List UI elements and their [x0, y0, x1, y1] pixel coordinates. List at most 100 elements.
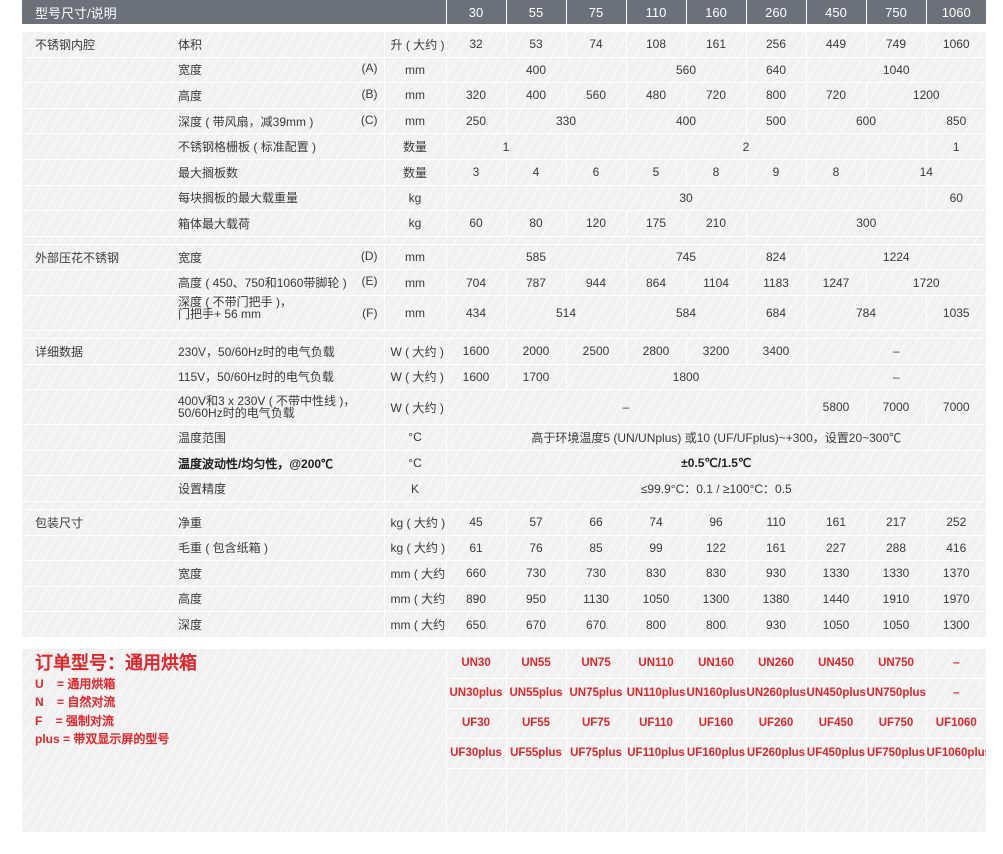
- cell: 660: [445, 560, 507, 587]
- cell: 96: [685, 509, 747, 536]
- table-row: 高度 (B) mm 320 400 560 480 720 800 720 120…: [22, 82, 987, 109]
- cell: 高于环境温度5 (UN/UNplus) 或10 (UF/UFplus)~+300…: [445, 424, 987, 451]
- table-row: 温度波动性/均匀性，@200℃ °C ±0.5℃/1.5℃: [22, 450, 987, 477]
- cell: 784: [805, 295, 927, 331]
- order-code: UN750plus: [865, 678, 927, 709]
- order-code: UF30plus: [445, 738, 507, 769]
- cell: 1040: [805, 57, 987, 84]
- cell: 1600: [445, 338, 507, 365]
- table-row: 深度 mm ( 大约 ) 650 670 670 800 800 930 105…: [22, 611, 987, 638]
- section-label: 包装尺寸: [22, 509, 166, 536]
- cell: 730: [505, 560, 567, 587]
- row-label: 115V，50/60Hz时的电气负载: [166, 364, 384, 391]
- cell: 1224: [805, 244, 987, 271]
- order-code: UN260: [745, 648, 807, 679]
- row-unit: °C: [383, 450, 447, 477]
- cell: 745: [625, 244, 747, 271]
- row-label: 温度范围: [166, 424, 384, 451]
- cell: 830: [685, 560, 747, 587]
- cell: 76: [505, 535, 567, 562]
- row-label-text: 深度 ( 不带门把手 )， 门把手+ 56 mm: [178, 295, 292, 321]
- cell: 8: [685, 159, 747, 186]
- row-label: 温度波动性/均匀性，@200℃: [166, 450, 384, 477]
- cell: 400: [625, 108, 747, 135]
- row-unit: K: [383, 475, 447, 502]
- cell: 8: [805, 159, 867, 186]
- cell: 57: [505, 509, 567, 536]
- cell: 74: [625, 509, 687, 536]
- cell: 1330: [865, 560, 927, 587]
- table-row: 不锈钢内腔 体积 升 ( 大约 ) 32 53 74 108 161 256 4…: [22, 31, 987, 58]
- cell: 787: [505, 269, 567, 296]
- cell: 175: [625, 210, 687, 237]
- row-label: 宽度 (A): [166, 57, 384, 84]
- table-row: 115V，50/60Hz时的电气负载 W ( 大约 ) 1600 1700 18…: [22, 364, 987, 391]
- cell: 930: [745, 560, 807, 587]
- table-row: 包装尺寸 净重 kg ( 大约 ) 45 57 66 74 96 110 161…: [22, 509, 987, 536]
- cell: 5800: [805, 389, 867, 426]
- order-code: UF750: [865, 708, 927, 739]
- cell: 1440: [805, 586, 867, 613]
- row-label: 不锈钢格栅板 ( 标准配置 ): [166, 133, 384, 160]
- order-code: UF260: [745, 708, 807, 739]
- cell: 80: [505, 210, 567, 237]
- order-filler: [22, 768, 987, 854]
- order-code: UN450: [805, 648, 867, 679]
- cell: 670: [505, 611, 567, 638]
- order-code: UF1060: [925, 708, 987, 739]
- cell: 1104: [685, 269, 747, 296]
- row-label: 深度: [166, 611, 384, 638]
- cell: 300: [745, 210, 987, 237]
- order-code: UF110plus: [625, 738, 687, 769]
- cell: 3400: [745, 338, 807, 365]
- legend-item: F = 强制对流: [35, 713, 115, 728]
- table-row: 400V和3 x 230V ( 不带中性线 )， 50/60Hz时的电气负载 W…: [22, 389, 987, 426]
- cell: 256: [745, 31, 807, 58]
- row-tag: (F): [362, 305, 378, 320]
- cell: ≤99.9°C：0.1 / ≥100°C：0.5: [445, 475, 987, 502]
- cell: 2800: [625, 338, 687, 365]
- cell: 830: [625, 560, 687, 587]
- model-header: 450: [805, 0, 867, 24]
- cell: 1910: [865, 586, 927, 613]
- table-row: 深度 ( 带风扇，减39mm ) (C) mm 250 330 400 500 6…: [22, 108, 987, 135]
- row-tag: (D): [360, 248, 378, 263]
- cell: 1600: [445, 364, 507, 391]
- row-label: 每块搁板的最大载重量: [166, 185, 384, 212]
- cell: 30: [445, 185, 927, 212]
- cell: 1035: [925, 295, 987, 331]
- row-unit: mm: [383, 295, 447, 331]
- table-row: 温度范围 °C 高于环境温度5 (UN/UNplus) 或10 (UF/UFpl…: [22, 424, 987, 451]
- table-row: 高度 ( 450、750和1060带脚轮 ) (E) mm 704 787 944…: [22, 269, 987, 296]
- cell: 2: [565, 133, 927, 160]
- table-row: 不锈钢格栅板 ( 标准配置 ) 数量 1 2 1: [22, 133, 987, 160]
- cell: 122: [685, 535, 747, 562]
- cell: 227: [805, 535, 867, 562]
- cell: 684: [745, 295, 807, 331]
- cell: 250: [445, 108, 507, 135]
- model-header: 160: [685, 0, 747, 24]
- cell: 800: [685, 611, 747, 638]
- cell: 800: [745, 82, 807, 109]
- model-header: 750: [865, 0, 927, 24]
- cell: 217: [865, 509, 927, 536]
- row-unit: 升 ( 大约 ): [383, 31, 447, 58]
- order-code: UN110: [625, 648, 687, 679]
- cell: 720: [685, 82, 747, 109]
- row-label: 设置精度: [166, 475, 384, 502]
- row-unit: mm: [383, 57, 447, 84]
- section-label: 外部压花不锈钢: [22, 244, 166, 271]
- cell: 1800: [565, 364, 807, 391]
- row-label: 毛重 ( 包含纸箱 ): [166, 535, 384, 562]
- cell: 45: [445, 509, 507, 536]
- cell: 32: [445, 31, 507, 58]
- table-row: 宽度 (A) mm 400 560 640 1040: [22, 57, 987, 84]
- row-unit: 数量: [383, 133, 447, 160]
- cell: 1050: [805, 611, 867, 638]
- order-code: UF750plus: [865, 738, 927, 769]
- order-code: UN30: [445, 648, 507, 679]
- section-label: 详细数据: [22, 338, 166, 365]
- row-unit: mm ( 大约 ): [383, 560, 447, 587]
- order-row: 订单型号：通用烘箱 U = 通用烘箱 N = 自然对流 F = 强制对流 plu…: [22, 648, 987, 746]
- cell: 400: [505, 82, 567, 109]
